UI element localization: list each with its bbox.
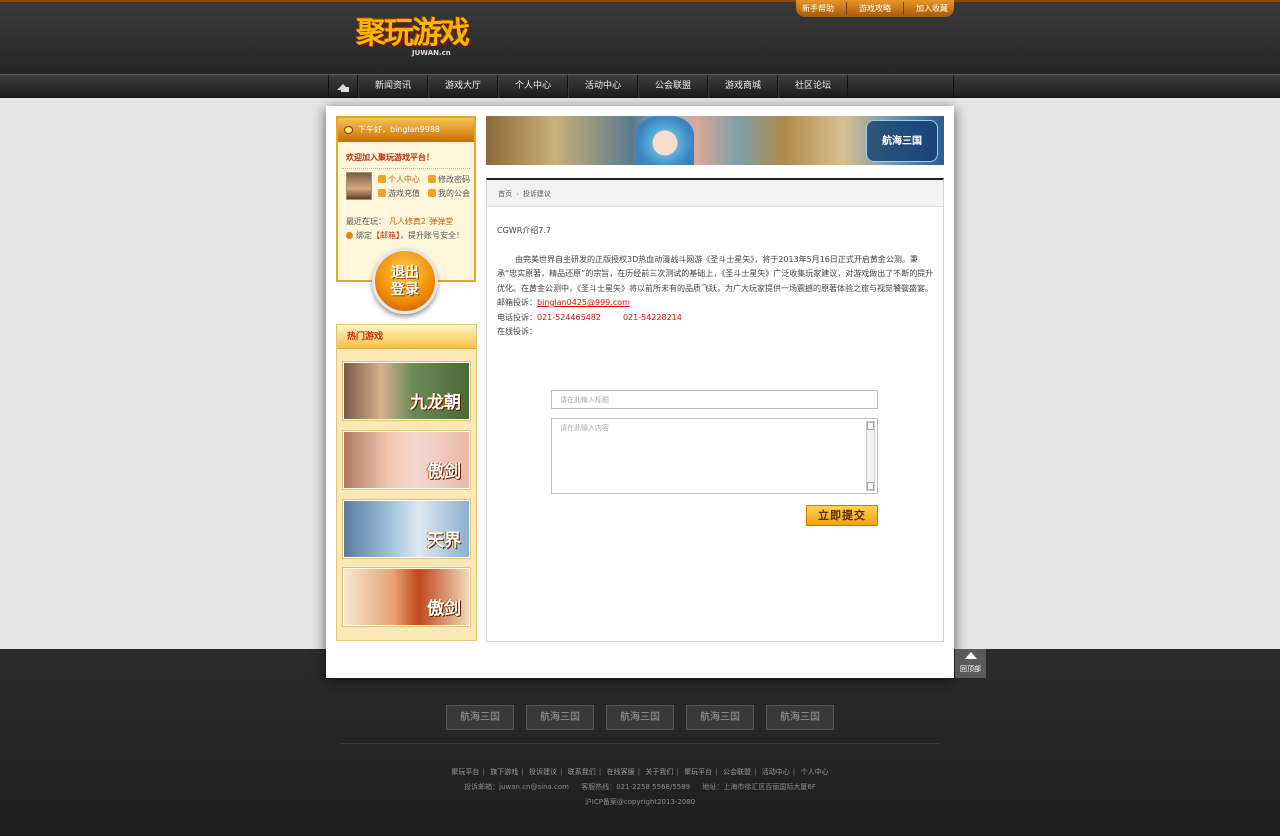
nav-home[interactable] — [328, 75, 358, 98]
banner-character — [636, 116, 694, 165]
footer-nav: 聚玩平台 | 旗下游戏 | 投诉建议 | 联系我们 | 在线客服 | 关于我们 | 聚玩平台… — [451, 768, 829, 776]
my-guild-link[interactable]: 我的公会 — [428, 188, 470, 199]
warning-icon — [346, 232, 353, 239]
content-area: 首页 › 投诉建议 CGWR介绍7.7 由完美世界自主研发的正版授权3D热血动漫战斗… — [486, 178, 944, 642]
article-title: CGWR介绍7.7 — [497, 226, 551, 235]
user-greeting: 下午好，binglan9988 — [338, 118, 474, 142]
game-thumb[interactable]: 傲剑 — [343, 568, 470, 626]
logo-domain: JUWAN.cn — [412, 49, 451, 57]
game-thumb[interactable]: 傲剑 — [343, 431, 470, 489]
scroll-up-icon — [867, 422, 874, 430]
game-banner[interactable]: 航海三国 — [486, 116, 944, 165]
footer-email: 投诉邮箱：juwan.cn@sina.com — [464, 783, 569, 791]
footer-link[interactable]: 公会联盟 — [723, 768, 751, 776]
partner-link[interactable]: 航海三国 — [686, 705, 754, 730]
back-to-top-button[interactable]: 回顶部 — [955, 649, 986, 678]
nav-item-game-hall[interactable]: 游戏大厅 — [428, 75, 498, 98]
game-thumb[interactable]: 九龙朝 — [343, 362, 470, 420]
main-nav: 新闻资讯 游戏大厅 个人中心 活动中心 公会联盟 游戏商城 社区论坛 — [0, 74, 1280, 98]
badge-icon — [428, 189, 436, 197]
top-links: 新手帮助 游戏攻略 加入收藏 — [796, 0, 954, 17]
recent-game-link[interactable]: 弹弹堂 — [429, 217, 453, 226]
footer-link[interactable]: 关于我们 — [645, 768, 673, 776]
game-thumb[interactable]: 天界 — [343, 500, 470, 558]
smile-icon — [344, 126, 353, 134]
partner-links: 航海三国 航海三国 航海三国 航海三国 航海三国 — [446, 705, 834, 730]
site-logo[interactable]: 聚玩游戏 JUWAN.cn — [352, 6, 470, 64]
footer-copyright: 沪ICP备案@copyright2013-2080 — [584, 798, 696, 806]
partner-link[interactable]: 航海三国 — [606, 705, 674, 730]
partner-link[interactable]: 航海三国 — [446, 705, 514, 730]
breadcrumb-home[interactable]: 首页 — [498, 190, 512, 198]
footer-link[interactable]: 聚玩平台 — [684, 768, 712, 776]
hot-games-title: 热门游戏 — [337, 325, 476, 349]
top-header — [0, 0, 1280, 74]
nav-item-guild[interactable]: 公会联盟 — [638, 75, 708, 98]
arrow-up-icon — [965, 652, 977, 659]
footer-hotline: 客服热线：021-2258 5568/5589 — [581, 783, 691, 791]
complaint-phone: 021-54228214 — [622, 312, 682, 322]
logout-button[interactable]: 退出 登录 — [372, 248, 438, 314]
lock-icon — [428, 175, 436, 183]
nav-item-shop[interactable]: 游戏商城 — [708, 75, 778, 98]
footer-link[interactable]: 聚玩平台 — [451, 768, 479, 776]
nav-item-user-center[interactable]: 个人中心 — [498, 75, 568, 98]
article: CGWR介绍7.7 由完美世界自主研发的正版授权3D热血动漫战斗网游《圣斗士星矢… — [497, 224, 937, 340]
user-center-link[interactable]: 个人中心 — [378, 174, 420, 185]
footer-link[interactable]: 旗下游戏 — [490, 768, 518, 776]
article-body: 由完美世界自主研发的正版授权3D热血动漫战斗网游《圣斗士星矢》，将于2013年5… — [497, 254, 934, 293]
scrollbar[interactable] — [866, 421, 875, 491]
guide-link[interactable]: 游戏攻略 — [859, 3, 891, 14]
recent-game-link[interactable]: 凡人修真2 — [389, 217, 426, 226]
bind-email-tip: 绑定【邮箱】，提升账号安全！ — [346, 230, 464, 241]
footer-link[interactable]: 投诉建议 — [529, 768, 557, 776]
footer-link[interactable]: 活动中心 — [762, 768, 790, 776]
footer-link[interactable]: 个人中心 — [801, 768, 829, 776]
nav-item-forum[interactable]: 社区论坛 — [778, 75, 848, 98]
content-textarea[interactable]: 请在此输入内容 — [551, 418, 878, 494]
hot-games: 热门游戏 九龙朝 傲剑 天界 傲剑 — [336, 324, 477, 641]
logo-text: 聚玩游戏 — [356, 16, 470, 51]
help-link[interactable]: 新手帮助 — [802, 3, 834, 14]
banner-logo: 航海三国 — [866, 120, 938, 162]
partner-link[interactable]: 航海三国 — [766, 705, 834, 730]
footer-link[interactable]: 联系我们 — [568, 768, 596, 776]
title-input[interactable]: 请在此输入标题 — [551, 390, 878, 409]
complaint-email[interactable]: binglan0425@999.com — [537, 298, 630, 307]
partner-link[interactable]: 航海三国 — [526, 705, 594, 730]
favorite-link[interactable]: 加入收藏 — [916, 3, 948, 14]
avatar — [346, 172, 372, 200]
user-icon — [378, 175, 386, 183]
bind-email-link[interactable]: 【邮箱】 — [372, 231, 400, 240]
welcome-text: 欢迎加入聚玩游戏平台！ — [346, 153, 434, 162]
coin-icon — [378, 189, 386, 197]
footer-address: 地址：上海市徐汇区百丽国际大厦6F — [702, 783, 816, 791]
breadcrumb: 首页 › 投诉建议 — [487, 180, 943, 207]
complaint-phone: 021-524465482 — [537, 312, 601, 322]
online-complaint-label: 在线投诉： — [497, 327, 537, 336]
nav-item-news[interactable]: 新闻资讯 — [358, 75, 428, 98]
footer-contact: 投诉邮箱：juwan.cn@sina.com 客服热线：021-2258 556… — [0, 782, 1280, 792]
recharge-link[interactable]: 游戏充值 — [378, 188, 420, 199]
submit-button[interactable]: 立即提交 — [806, 505, 878, 526]
scroll-down-icon — [867, 482, 874, 490]
chevron-right-icon: › — [516, 190, 519, 198]
footer-link[interactable]: 在线客服 — [607, 768, 635, 776]
recent-games: 最近在玩： 凡人修真2 弹弹堂 — [346, 217, 454, 226]
breadcrumb-current: 投诉建议 — [522, 190, 551, 198]
nav-item-events[interactable]: 活动中心 — [568, 75, 638, 98]
change-password-link[interactable]: 修改密码 — [428, 174, 470, 185]
